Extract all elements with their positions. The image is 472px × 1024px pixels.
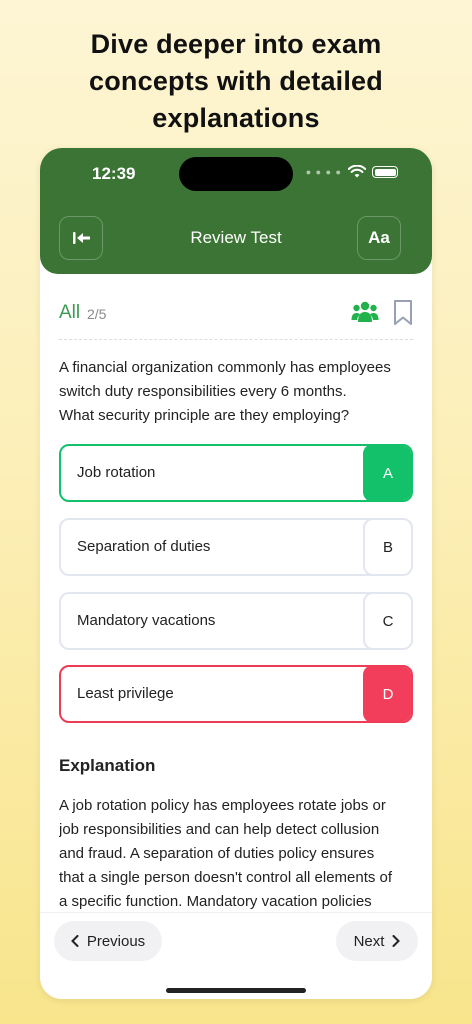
option-text: Least privilege [77,685,174,702]
headline-line-3: explanations [152,103,320,133]
users-icon[interactable] [351,300,379,324]
app-header: 12:39 ● ● ● ● Review Test Aa [40,148,432,274]
bookmark-icon[interactable] [393,299,413,326]
filter-row: All 2/5 [59,298,413,340]
question-line: switch duty responsibilities every 6 mon… [59,383,347,400]
option-d[interactable]: Least privilege D [59,665,413,723]
signal-icon: ● ● ● ● [305,167,342,177]
question-line: A financial organization commonly has em… [59,359,391,376]
phone-screen: 12:39 ● ● ● ● Review Test Aa All 2/5 A f… [40,148,432,999]
question-counter: 2/5 [87,306,107,322]
wifi-icon [348,165,366,178]
explanation-title: Explanation [59,756,156,775]
font-size-button[interactable]: Aa [357,216,401,260]
battery-icon [372,166,398,178]
filter-label[interactable]: All [59,302,80,324]
chevron-left-icon [70,935,79,947]
status-time: 12:39 [92,164,136,183]
explanation-line: that a single person doesn't control all… [59,869,393,886]
option-letter-badge: B [363,520,411,574]
question-line: What security principle are they employi… [59,407,350,424]
explanation-text: A job rotation policy has employees rota… [59,794,415,912]
headline-line-2: concepts with detailed [89,66,383,96]
previous-button[interactable]: Previous [54,921,162,961]
explanation-line: a specific function. Mandatory vacation … [59,893,372,910]
option-text: Separation of duties [77,538,211,555]
option-letter-badge: C [363,594,411,648]
chevron-right-icon [392,935,401,947]
next-label: Next [353,932,385,950]
dynamic-island [179,157,293,191]
option-text: Job rotation [77,464,156,481]
next-button[interactable]: Next [336,921,418,961]
headline-line-1: Dive deeper into exam [90,29,382,59]
previous-label: Previous [86,932,146,950]
explanation-line: and fraud. A separation of duties policy… [59,845,375,862]
home-indicator[interactable] [166,988,306,993]
option-c[interactable]: Mandatory vacations C [59,592,413,650]
promo-headline: Dive deeper into exam concepts with deta… [0,26,472,137]
option-a[interactable]: Job rotation A [59,444,413,502]
option-text: Mandatory vacations [77,612,216,629]
status-icons: ● ● ● ● [306,165,398,179]
question-text: A financial organization commonly has em… [59,356,413,428]
explanation-line: A job rotation policy has employees rota… [59,797,386,814]
explanation-line: job responsibilities and can help detect… [59,821,380,838]
option-letter-badge: D [363,667,411,721]
option-b[interactable]: Separation of duties B [59,518,413,576]
footer-nav: Previous Next [40,912,432,999]
option-letter-badge: A [363,446,411,500]
